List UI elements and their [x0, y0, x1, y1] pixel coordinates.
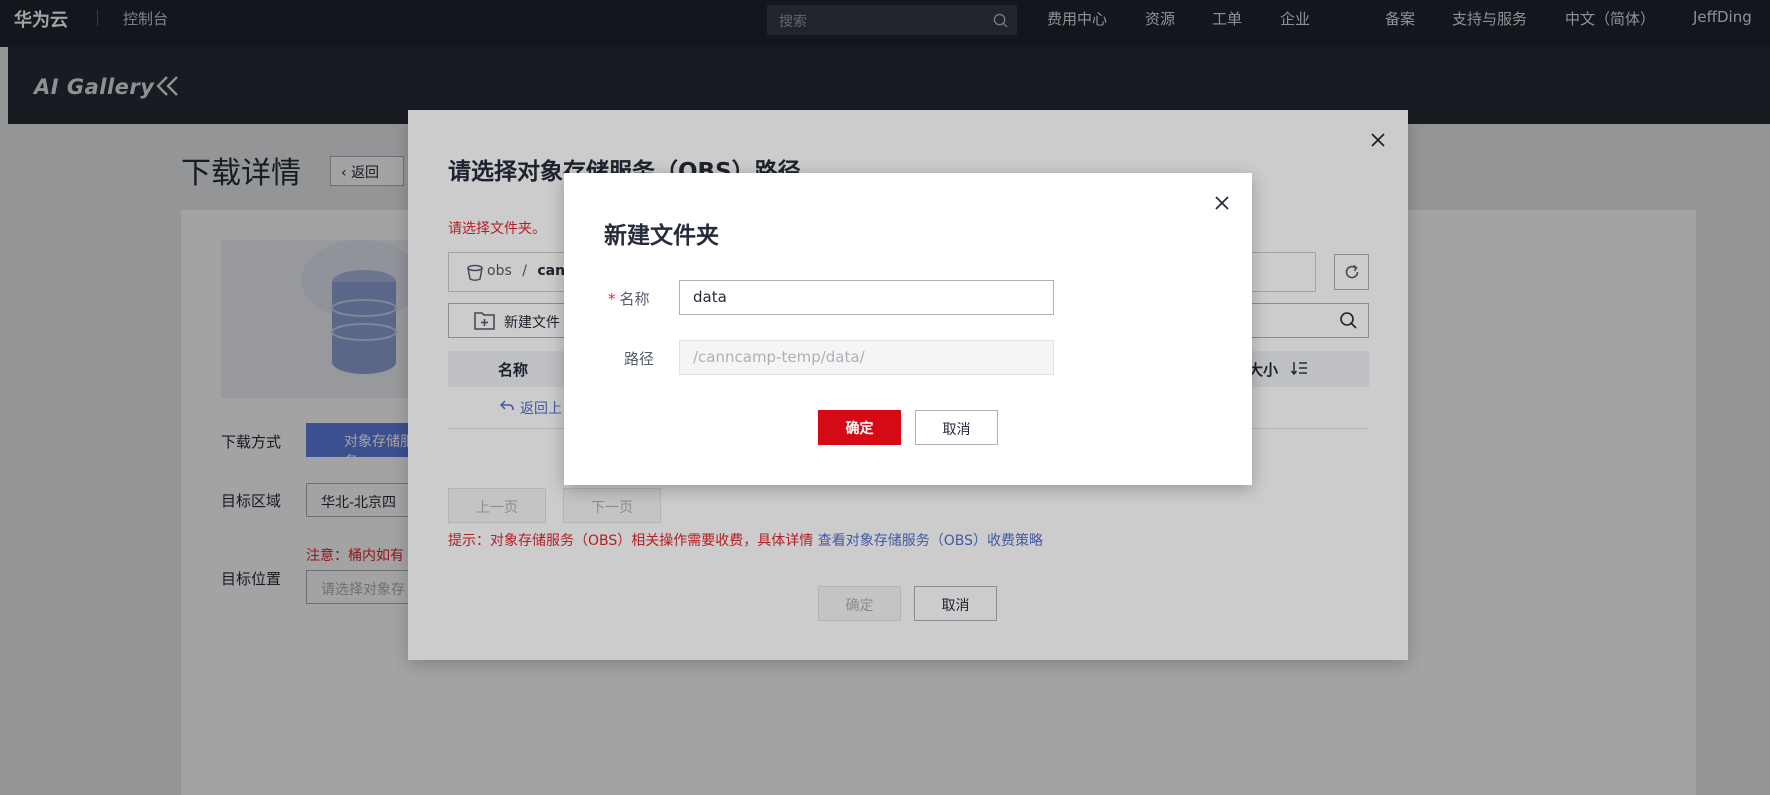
folder-name-label-text: 名称: [619, 290, 650, 308]
required-marker: *: [608, 290, 616, 308]
folder-name-label: * 名称: [608, 288, 650, 309]
cancel-button[interactable]: 取消: [915, 410, 998, 445]
confirm-button[interactable]: 确定: [818, 410, 901, 445]
new-folder-dialog: 新建文件夹 * 名称 data 路径 /canncamp-temp/data/ 确…: [564, 173, 1252, 485]
folder-path-field: /canncamp-temp/data/: [679, 340, 1054, 375]
folder-name-input[interactable]: data: [679, 280, 1054, 315]
folder-path-label: 路径: [624, 350, 655, 368]
close-icon[interactable]: [1214, 195, 1230, 211]
new-folder-dialog-title: 新建文件夹: [604, 223, 719, 249]
